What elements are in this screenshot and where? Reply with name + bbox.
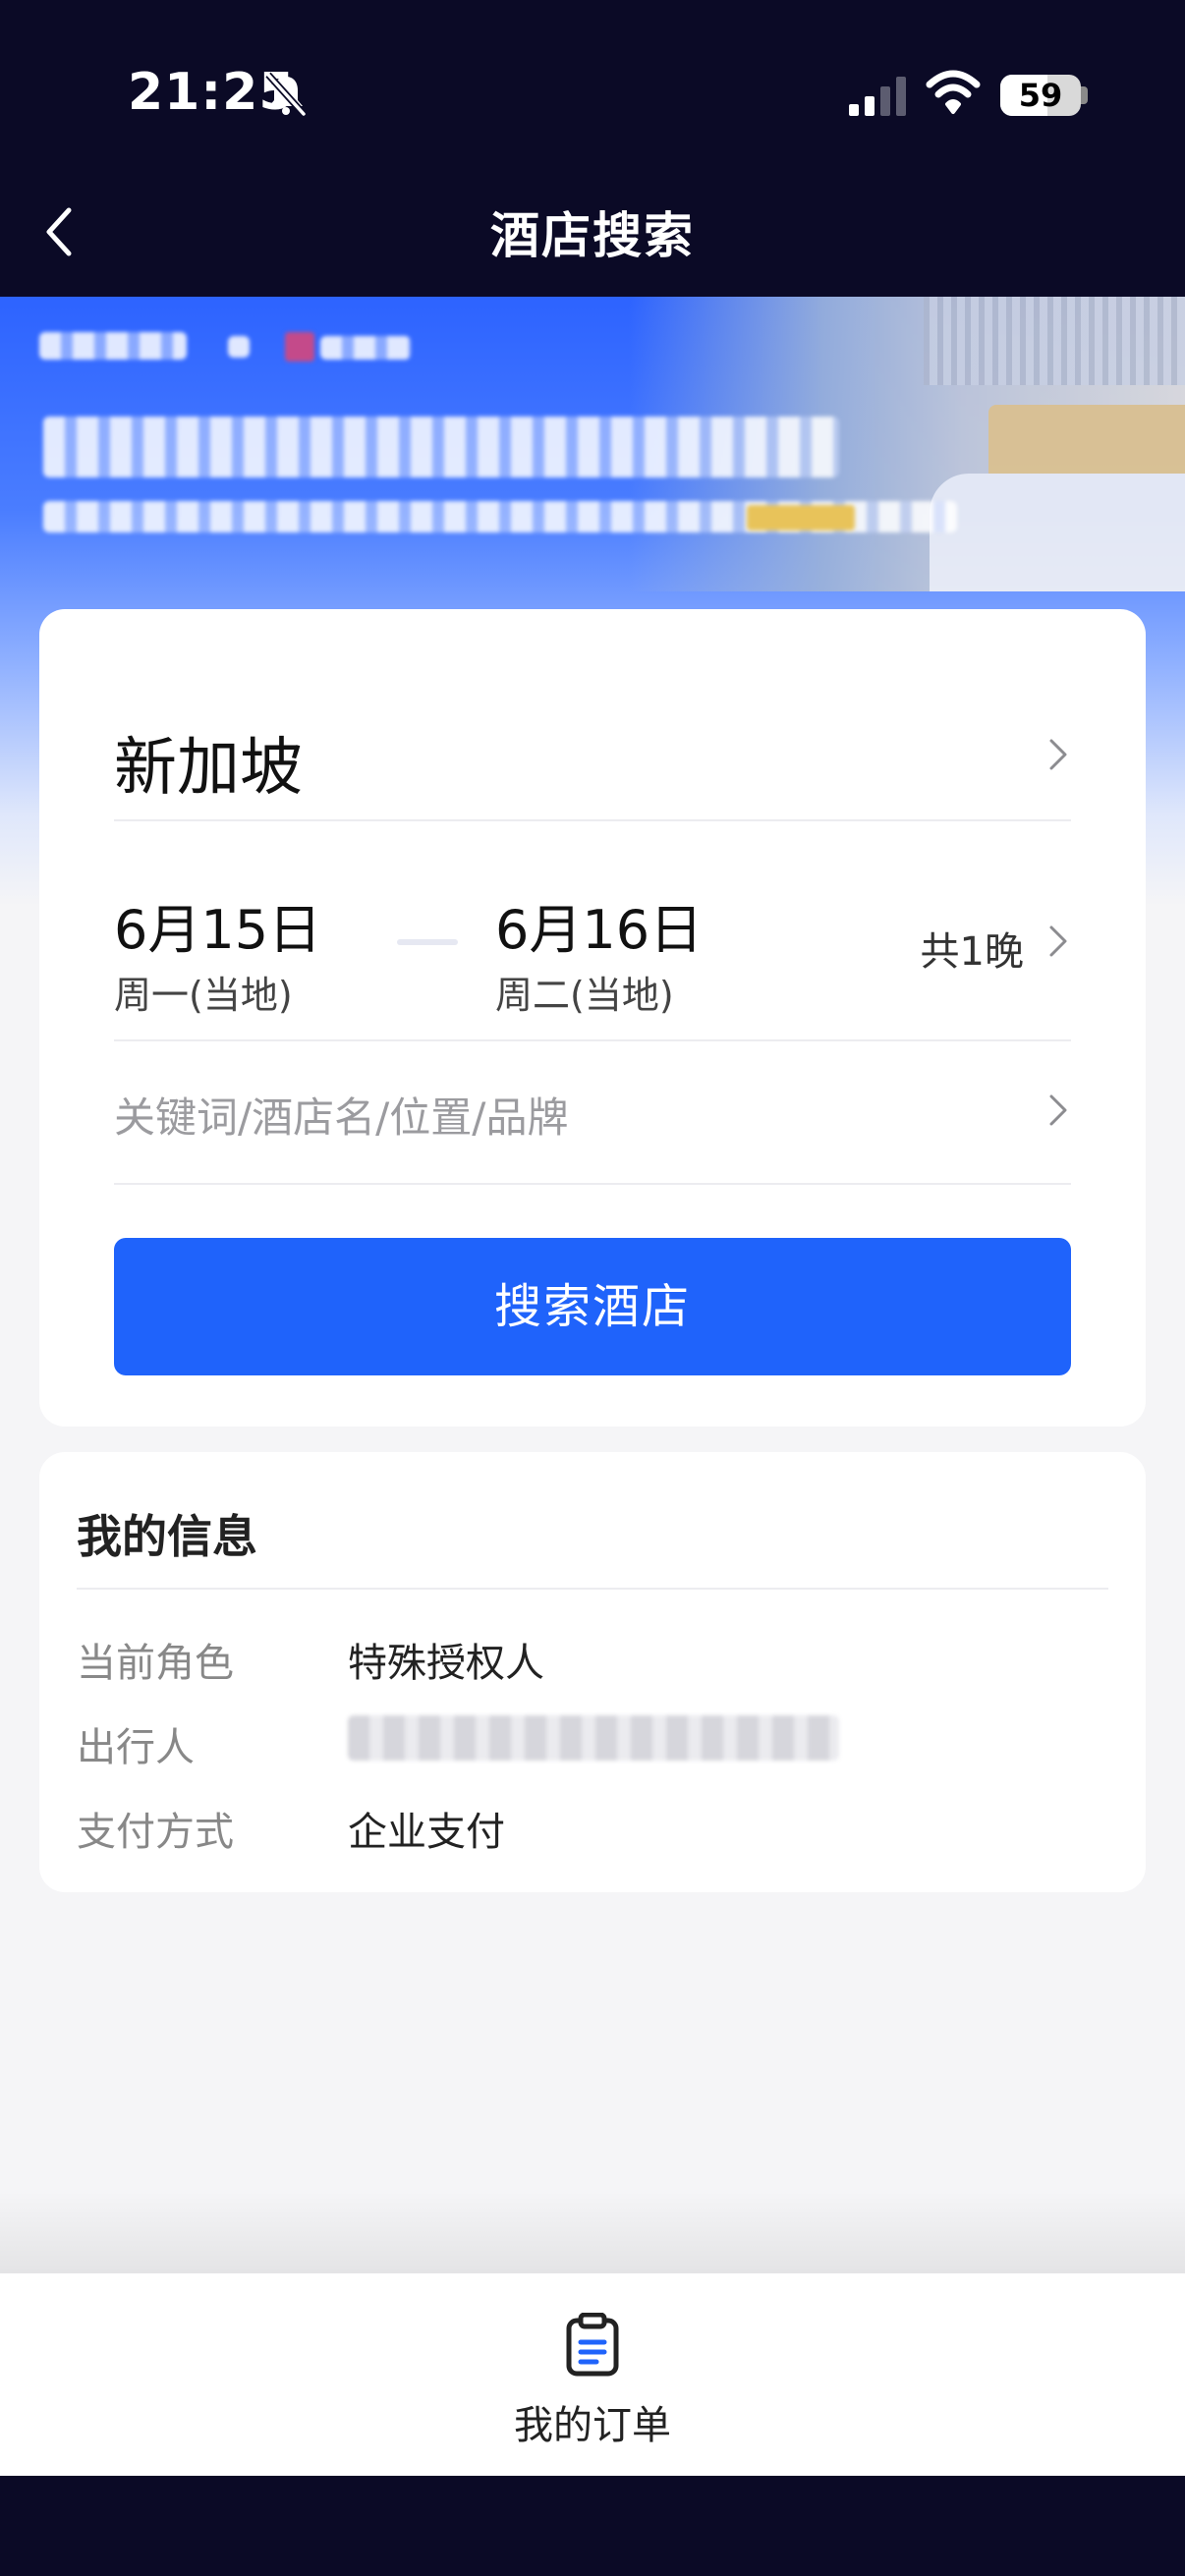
banner-blurred-highlight (747, 505, 855, 531)
traveler-label: 出行人 (77, 1725, 195, 1770)
banner-blurred-headline (43, 417, 839, 477)
top-bar: 21:25 59 酒店搜索 (0, 0, 1185, 297)
banner-bed (930, 474, 1185, 591)
bell-muted-icon (265, 72, 307, 117)
clipboard-list-icon (566, 2313, 619, 2377)
my-orders-tab[interactable]: 我的订单 (494, 2313, 691, 2460)
divider (114, 1183, 1071, 1185)
my-orders-label: 我的订单 (514, 2403, 671, 2448)
role-label: 当前角色 (77, 1641, 234, 1686)
bottom-bar-shadow (0, 2191, 1185, 2273)
home-indicator-area (0, 2476, 1185, 2576)
payment-label: 支付方式 (77, 1810, 234, 1855)
date-selector[interactable]: 6月15日 周一(当地) 6月16日 周二(当地) 共1晚 (114, 867, 1071, 1043)
checkin-weekday: 周一(当地) (114, 974, 293, 1017)
battery-indicator: 59 (1000, 75, 1081, 116)
checkout-date: 6月16日 (495, 899, 704, 961)
banner-blurred-logo-text (320, 336, 411, 360)
banner-blurred-tag (228, 336, 250, 358)
city-selector[interactable]: 新加坡 (114, 698, 1071, 825)
keyword-placeholder: 关键词/酒店名/位置/品牌 (114, 1093, 569, 1142)
hotel-search-page: 21:25 59 酒店搜索 新加坡 6月15日 周一(当地) 6月16日 周二(… (0, 0, 1185, 2576)
hotel-search-card: 新加坡 6月15日 周一(当地) 6月16日 周二(当地) 共1晚 关键词/酒店… (39, 609, 1146, 1427)
chevron-right-icon (1049, 739, 1067, 770)
divider (77, 1588, 1108, 1590)
nights-count: 共1晚 (920, 929, 1024, 975)
banner-skyline-sketch (924, 297, 1185, 385)
role-value: 特殊授权人 (348, 1641, 544, 1686)
my-info-title: 我的信息 (77, 1510, 257, 1563)
bottom-nav: 我的订单 (0, 2273, 1185, 2476)
my-info-card: 我的信息 当前角色 特殊授权人 出行人 支付方式 企业支付 (39, 1452, 1146, 1892)
page-title: 酒店搜索 (490, 207, 695, 264)
wifi-icon (926, 70, 981, 114)
city-name: 新加坡 (114, 732, 303, 805)
chevron-right-icon (1049, 1094, 1067, 1126)
checkout-weekday: 周二(当地) (495, 974, 674, 1017)
cellular-signal-icon (849, 77, 906, 116)
banner-blurred-logo (285, 332, 314, 362)
traveler-value-redacted (348, 1715, 839, 1761)
search-hotel-button[interactable]: 搜索酒店 (114, 1238, 1071, 1375)
battery-cap (1081, 86, 1088, 104)
banner-blurred-brand (39, 332, 187, 360)
battery-percent: 59 (1018, 77, 1063, 114)
payment-value: 企业支付 (348, 1810, 505, 1855)
date-range-dash (397, 939, 458, 945)
chevron-right-icon (1049, 925, 1067, 957)
keyword-search-field[interactable]: 关键词/酒店名/位置/品牌 (114, 1041, 1071, 1179)
checkin-date: 6月15日 (114, 899, 322, 961)
divider (114, 819, 1071, 821)
